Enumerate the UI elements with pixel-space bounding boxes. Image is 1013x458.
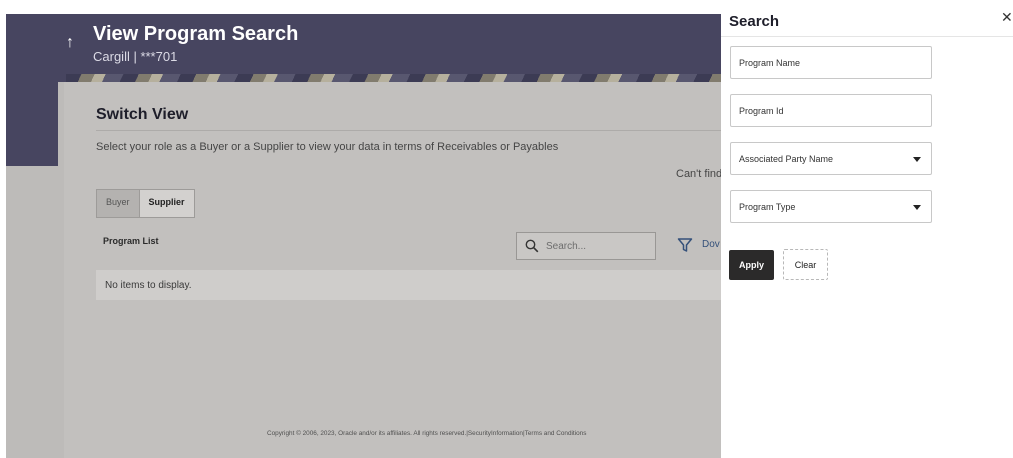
card-description: Select your role as a Buyer or a Supplie… [96,141,559,153]
associated-party-name-select[interactable]: Associated Party Name [730,142,932,175]
program-name-placeholder: Program Name [739,58,801,68]
role-toggle: Buyer Supplier [96,189,195,218]
header-pattern [66,74,721,82]
filter-icon[interactable] [677,237,693,253]
page-title: View Program Search [93,23,299,45]
page-header: ↑ View Program Search Cargill | ***701 [6,14,721,82]
buyer-toggle-button[interactable]: Buyer [97,190,139,217]
card-title: Switch View [96,106,189,123]
program-type-select[interactable]: Program Type [730,190,932,223]
footer-text: Copyright © 2006, 2023, Oracle and/or it… [267,430,587,437]
search-icon [525,239,539,253]
close-icon[interactable]: ✕ [1001,10,1013,24]
download-link[interactable]: Dov [702,239,720,250]
empty-state-row: No items to display. [96,270,721,300]
chevron-down-icon [913,205,921,210]
apply-button[interactable]: Apply [729,250,774,280]
program-type-placeholder: Program Type [739,202,796,212]
arrow-up-icon[interactable]: ↑ [66,34,74,52]
program-id-field[interactable]: Program Id [730,94,932,127]
panel-divider [721,36,1013,37]
panel-title: Search [729,13,780,30]
page-subtitle: Cargill | ***701 [93,49,178,64]
switch-view-card: Switch View Select your role as a Buyer … [64,82,721,458]
supplier-toggle-button[interactable]: Supplier [138,190,194,217]
divider [96,130,721,131]
clear-button[interactable]: Clear [783,249,828,280]
empty-message: No items to display. [105,280,192,291]
cant-find-text: Can't find [676,168,721,180]
header-accent [6,82,58,166]
program-id-placeholder: Program Id [739,106,784,116]
search-input[interactable]: Search... [516,232,656,260]
background-page: ↑ View Program Search Cargill | ***701 S… [6,14,721,458]
associated-party-name-placeholder: Associated Party Name [739,154,834,164]
program-name-field[interactable]: Program Name [730,46,932,79]
program-list-label: Program List [103,236,159,246]
search-placeholder: Search... [546,241,587,252]
search-panel: Search ✕ Program Name Program Id Associa… [721,0,1013,458]
chevron-down-icon [913,157,921,162]
